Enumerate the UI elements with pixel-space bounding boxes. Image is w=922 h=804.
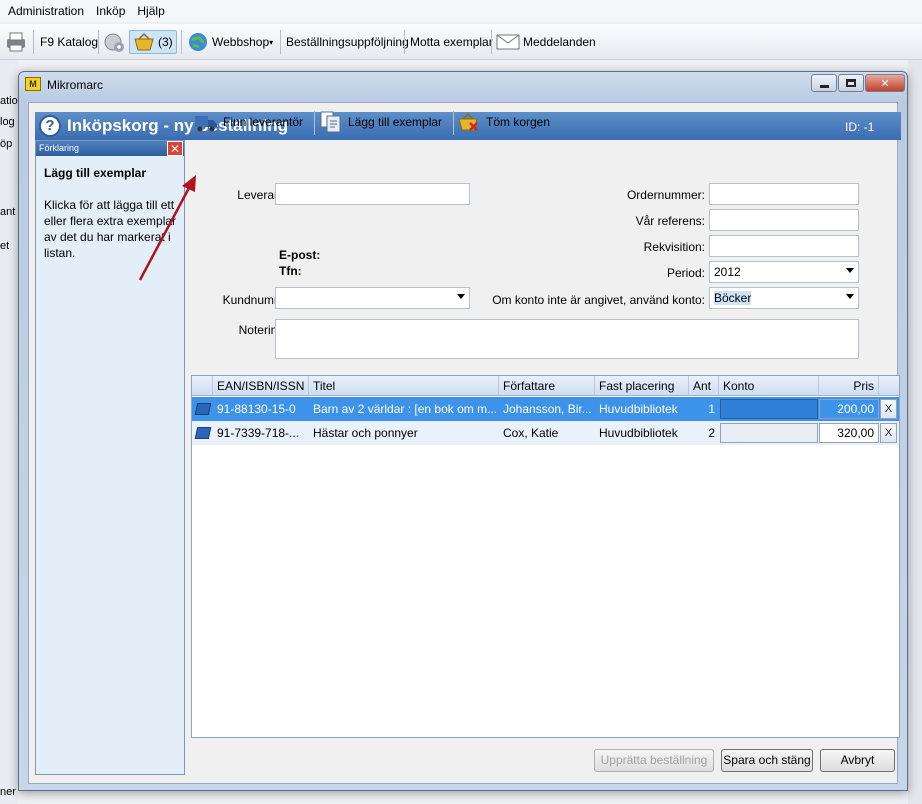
annotation-arrow (138, 175, 196, 281)
arrow-line (138, 185, 192, 281)
